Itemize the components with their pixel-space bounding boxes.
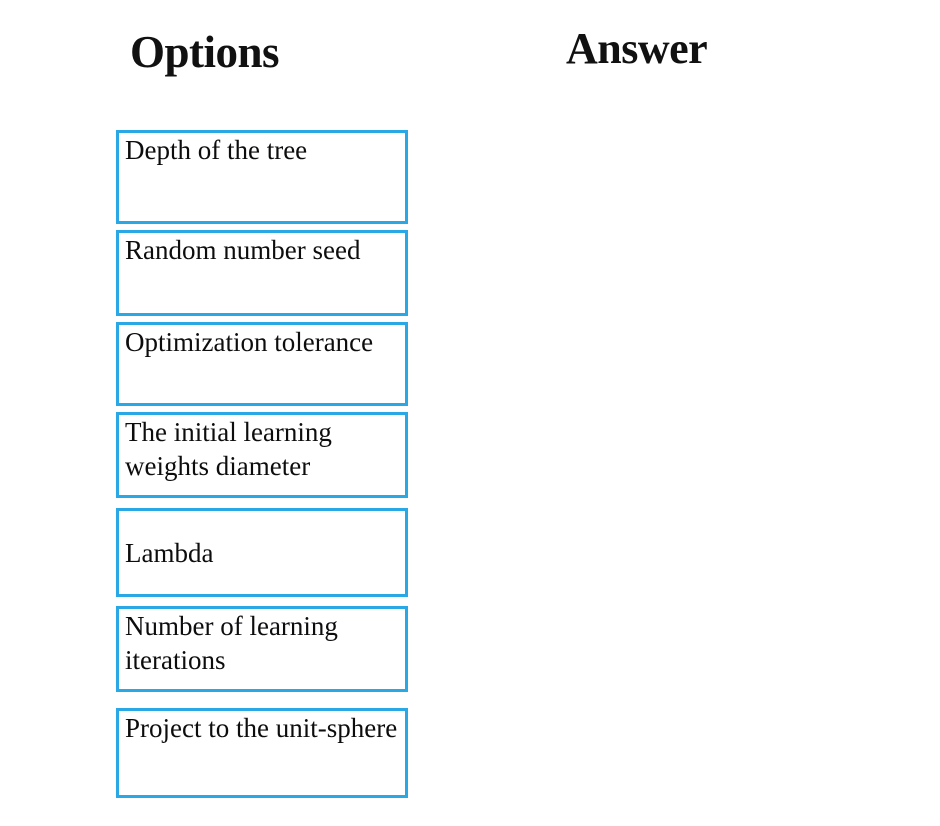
option-label: Depth of the tree: [125, 135, 308, 165]
option-box-depth-of-the-tree[interactable]: Depth of the tree: [116, 130, 408, 224]
option-label: The initial learning weights diameter: [125, 417, 332, 481]
option-box-random-number-seed[interactable]: Random number seed: [116, 230, 408, 316]
options-column-heading: Options: [130, 27, 280, 77]
option-box-project-to-the-unit-sphere[interactable]: Project to the unit-sphere: [116, 708, 408, 798]
question-canvas: Options Answer Depth of the tree Random n…: [0, 0, 940, 826]
option-box-initial-learning-weights-diameter[interactable]: The initial learning weights diameter: [116, 412, 408, 498]
option-label: Random number seed: [125, 235, 361, 265]
option-label: Number of learning iterations: [125, 611, 338, 675]
option-box-optimization-tolerance[interactable]: Optimization tolerance: [116, 322, 408, 406]
option-box-number-of-learning-iterations[interactable]: Number of learning iterations: [116, 606, 408, 692]
option-label: Lambda: [125, 537, 214, 568]
answer-column-heading: Answer: [566, 24, 708, 73]
option-label: Optimization tolerance: [125, 327, 374, 357]
option-label: Project to the unit-sphere: [125, 713, 398, 743]
option-box-lambda[interactable]: Lambda: [116, 508, 408, 597]
answer-drop-zone[interactable]: [470, 130, 900, 798]
